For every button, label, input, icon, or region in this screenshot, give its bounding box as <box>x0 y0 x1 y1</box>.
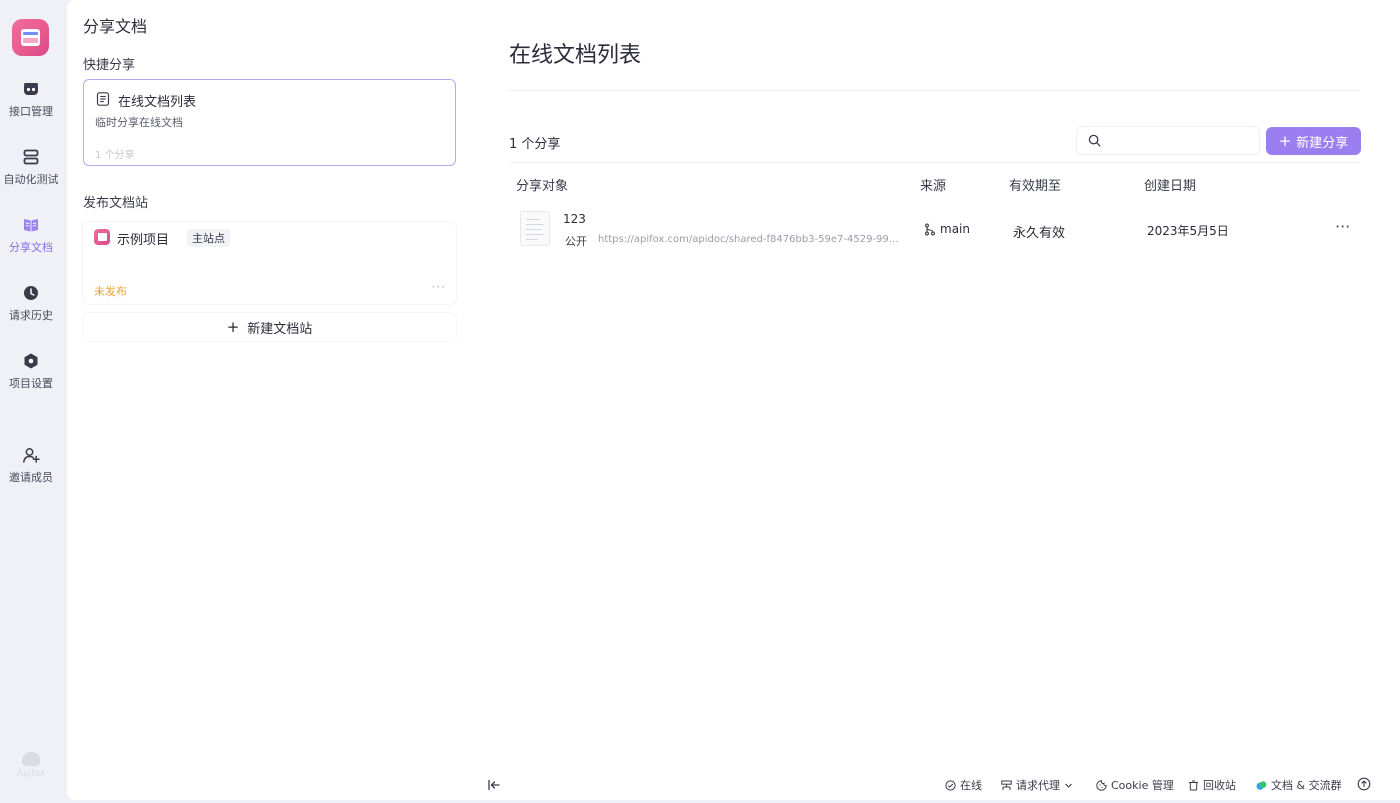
automation-icon <box>23 149 39 165</box>
status-docs[interactable]: 文档 & 交流群 <box>1256 777 1342 793</box>
row-more-button[interactable]: ··· <box>1335 217 1350 236</box>
row-share-url[interactable]: https://apifox.com/apidoc/shared-f8476bb… <box>598 234 904 245</box>
quick-share-count: 1 个分享 <box>95 150 135 161</box>
status-online-label: 在线 <box>960 779 982 792</box>
plus-icon: + <box>1278 132 1292 150</box>
rail-label: 分享文档 <box>9 241 53 254</box>
add-user-icon <box>23 448 40 463</box>
page-title: 在线文档列表 <box>509 43 642 68</box>
quick-share-card[interactable]: 在线文档列表 临时分享在线文档 1 个分享 <box>83 79 456 166</box>
header-expire: 有效期至 <box>1009 179 1062 194</box>
rail-label: 接口管理 <box>9 105 53 118</box>
divider <box>509 90 1360 91</box>
doc-site-section-title: 发布文档站 <box>83 196 149 211</box>
new-share-label: 新建分享 <box>1296 135 1349 151</box>
file-thumbnail-icon <box>520 211 550 246</box>
rail-label: 请求历史 <box>9 309 53 322</box>
project-logo-icon <box>94 229 110 245</box>
main-site-badge: 主站点 <box>187 229 230 247</box>
site-status: 未发布 <box>94 285 127 298</box>
new-doc-site-button[interactable]: + 新建文档站 <box>83 313 456 341</box>
share-count: 1 个分享 <box>509 137 561 152</box>
search-box[interactable] <box>1077 127 1259 154</box>
chevron-down-icon <box>1065 783 1072 788</box>
rail-item-share-docs[interactable]: 分享文档 <box>0 216 62 272</box>
rail-label: 项目设置 <box>9 377 53 390</box>
cookie-icon <box>1096 779 1107 791</box>
check-circle-icon <box>945 779 956 791</box>
rail-item-api[interactable]: 接口管理 <box>0 80 62 136</box>
header-share-object: 分享对象 <box>516 179 569 194</box>
status-cookie[interactable]: Cookie 管理 <box>1096 777 1174 793</box>
api-icon <box>24 83 38 95</box>
nav-rail: 接口管理 自动化测试 分享文档 请求历史 项目设置 邀请成员 Apifox <box>0 0 62 803</box>
book-icon <box>24 219 38 232</box>
row-source: main <box>924 222 970 236</box>
rail-item-history[interactable]: 请求历史 <box>0 284 62 340</box>
clock-icon <box>24 286 38 300</box>
apifox-logo-icon <box>22 752 40 766</box>
plus-icon: + <box>226 318 240 336</box>
status-proxy[interactable]: 请求代理 <box>1001 777 1073 793</box>
row-branch-name: main <box>940 222 970 236</box>
row-expire: 永久有效 <box>1013 226 1066 241</box>
logo-icon <box>21 29 40 46</box>
table-row[interactable]: 123 公开 https://apifox.com/apidoc/shared-… <box>509 203 1360 257</box>
status-recycle[interactable]: 回收站 <box>1188 777 1236 793</box>
site-name: 示例项目 <box>117 233 170 248</box>
new-doc-site-label: 新建文档站 <box>247 321 313 337</box>
header-created: 创建日期 <box>1144 179 1197 194</box>
app-logo[interactable] <box>12 19 49 56</box>
rail-item-invite[interactable]: 邀请成员 <box>0 446 62 502</box>
new-share-button[interactable]: + 新建分享 <box>1266 127 1361 155</box>
row-visibility: 公开 <box>565 235 587 248</box>
search-icon <box>1088 134 1101 147</box>
rail-label: 自动化测试 <box>3 173 59 186</box>
main-panel: 分享文档 快捷分享 在线文档列表 临时分享在线文档 1 个分享 发布文档站 示例… <box>67 0 1400 800</box>
brand-watermark: Apifox <box>14 752 48 779</box>
status-docs-label: 文档 & 交流群 <box>1271 779 1342 792</box>
status-cookie-label: Cookie 管理 <box>1111 779 1174 792</box>
search-input[interactable] <box>1107 130 1252 151</box>
quick-share-desc: 临时分享在线文档 <box>95 116 183 129</box>
site-more-button[interactable]: ··· <box>432 280 446 294</box>
doc-site-card[interactable]: 示例项目 主站点 未发布 ··· <box>83 222 456 304</box>
header-source: 来源 <box>920 179 947 194</box>
brand-text: Apifox <box>16 769 46 779</box>
quick-share-section-title: 快捷分享 <box>83 58 136 73</box>
git-branch-icon <box>925 223 935 235</box>
rail-item-automation[interactable]: 自动化测试 <box>0 148 62 204</box>
trash-icon <box>1189 780 1198 790</box>
status-recycle-label: 回收站 <box>1203 779 1236 792</box>
status-proxy-label: 请求代理 <box>1016 779 1060 792</box>
sidebar-title: 分享文档 <box>83 17 148 36</box>
document-icon <box>96 92 110 106</box>
proxy-icon <box>1001 780 1012 790</box>
settings-hex-icon <box>24 353 38 369</box>
row-share-name: 123 <box>563 212 586 226</box>
arrow-up-circle-icon[interactable] <box>1357 777 1371 791</box>
status-online[interactable]: 在线 <box>945 777 982 793</box>
rail-label: 邀请成员 <box>9 471 53 484</box>
chat-bubble-icon <box>1256 780 1267 790</box>
table-divider <box>509 162 1360 163</box>
rail-item-settings[interactable]: 项目设置 <box>0 352 62 408</box>
row-created-date: 2023年5月5日 <box>1147 224 1229 238</box>
collapse-sidebar-icon[interactable] <box>486 777 502 793</box>
quick-share-name: 在线文档列表 <box>118 95 197 110</box>
